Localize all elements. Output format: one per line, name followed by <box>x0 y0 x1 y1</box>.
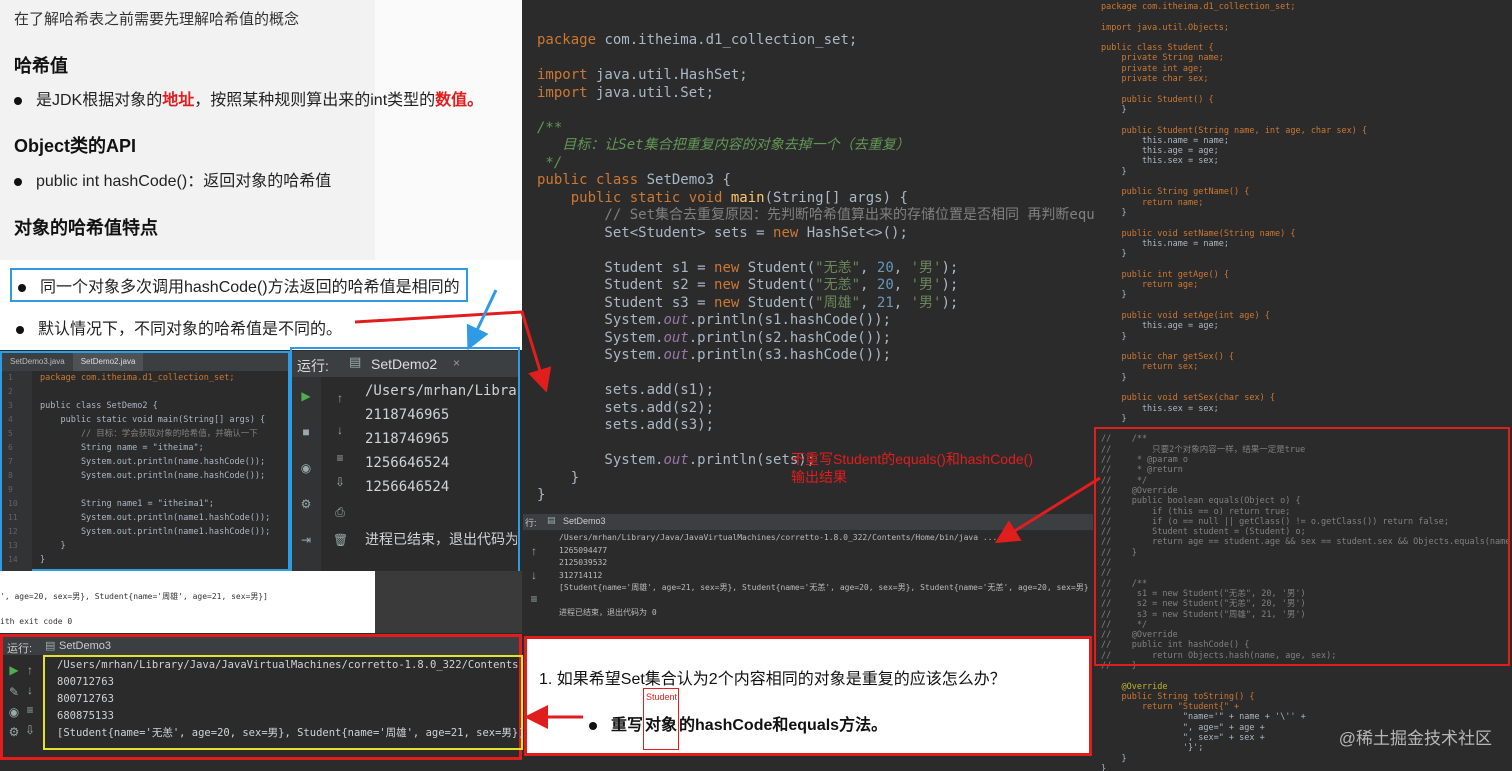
annotation-arrows <box>354 289 1101 729</box>
watermark: @稀土掘金技术社区 <box>1338 729 1492 748</box>
arrow-to-code <box>354 310 552 393</box>
arrow-to-output <box>994 476 1101 544</box>
arrow-to-run <box>466 289 498 351</box>
